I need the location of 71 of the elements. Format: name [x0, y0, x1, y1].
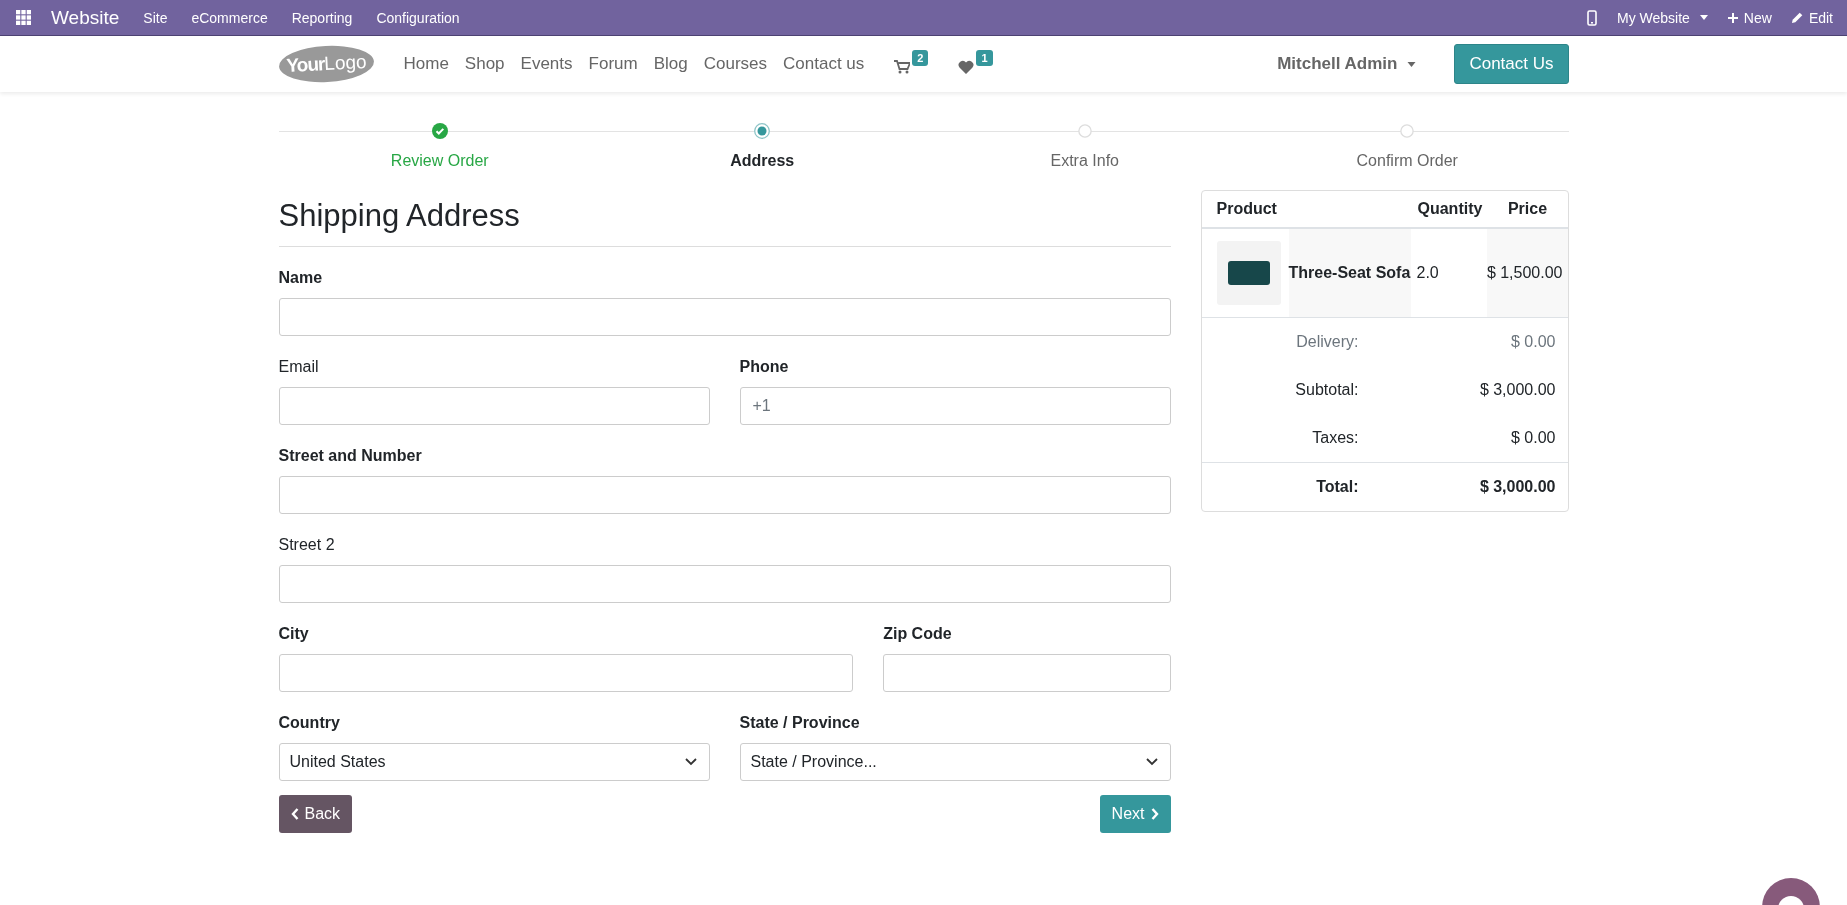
- select-field[interactable]: State / Province...: [739, 743, 1171, 781]
- pencil-icon: [1791, 12, 1803, 23]
- field-label: Phone: [739, 358, 790, 376]
- cart-count: 2: [912, 50, 929, 66]
- chevron-down-icon: [684, 758, 697, 766]
- input-field[interactable]: [278, 565, 1171, 603]
- input-field[interactable]: [883, 654, 1171, 692]
- new-button[interactable]: New: [1727, 9, 1772, 26]
- step-label: Review Order: [390, 152, 489, 170]
- input-field[interactable]: [278, 654, 854, 692]
- field-label: Zip Code: [883, 625, 953, 643]
- price-cell: $ 1,500.00: [1486, 229, 1568, 317]
- total-value: $ 0.00: [1510, 429, 1557, 447]
- field-label: Name: [278, 269, 324, 287]
- menu-item[interactable]: eCommerce: [191, 9, 268, 26]
- total-label: Subtotal:: [1294, 381, 1359, 399]
- back-button[interactable]: Back: [278, 795, 353, 833]
- field-label: City: [278, 625, 310, 643]
- total-value: $ 0.00: [1510, 333, 1557, 351]
- column-header: Price: [1506, 200, 1549, 218]
- select-field[interactable]: United States: [278, 743, 710, 781]
- step-label: Extra Info: [1050, 152, 1119, 170]
- nav-link[interactable]: Contact us: [783, 54, 865, 74]
- app-title[interactable]: Website: [51, 6, 120, 29]
- menu-item[interactable]: Configuration: [376, 9, 460, 26]
- quantity-cell-text: 2.0: [1415, 263, 1440, 283]
- apps-grid-icon[interactable]: [16, 10, 31, 25]
- step-label: Address: [730, 152, 795, 170]
- caret-icon: [1407, 61, 1417, 67]
- chevron-down-icon: [1145, 758, 1158, 766]
- mobile-preview-icon[interactable]: [1587, 9, 1597, 26]
- input-field[interactable]: +1: [739, 387, 1171, 425]
- edit-button[interactable]: Edit: [1791, 9, 1833, 26]
- form-title: Shipping Address: [278, 198, 1171, 247]
- column-header: Quantity: [1417, 200, 1484, 218]
- wishlist-count: 1: [976, 50, 993, 66]
- input-field[interactable]: [278, 298, 1171, 336]
- total-label: Taxes:: [1311, 429, 1359, 447]
- total-label: Delivery:: [1295, 333, 1359, 351]
- nav-link[interactable]: Forum: [588, 54, 638, 74]
- nav-link[interactable]: Home: [403, 54, 449, 74]
- total-value: $ 3,000.00: [1478, 381, 1557, 399]
- total-label: Total:: [1315, 478, 1359, 496]
- contact-us-button[interactable]: Contact Us: [1454, 44, 1569, 84]
- chevron-right-icon: [1150, 808, 1159, 820]
- product-photo-placeholder: [1216, 241, 1281, 305]
- plus-icon: [1727, 12, 1738, 23]
- product-name: Three-Seat Sofa: [1288, 229, 1411, 317]
- column-header: Product: [1215, 200, 1278, 218]
- menu-item[interactable]: Site: [143, 9, 168, 26]
- heart-icon[interactable]: [958, 60, 975, 74]
- field-label: Street 2: [278, 536, 336, 554]
- total-value: $ 3,000.00: [1478, 478, 1557, 496]
- nav-link[interactable]: Blog: [653, 54, 688, 74]
- caret-icon: [1699, 15, 1708, 20]
- field-label: Email: [278, 358, 320, 376]
- field-label: Country: [278, 714, 341, 732]
- input-field[interactable]: [278, 387, 710, 425]
- nav-link[interactable]: Shop: [464, 54, 505, 74]
- field-label: State / Province: [739, 714, 861, 732]
- website-dropdown[interactable]: My Website: [1617, 9, 1708, 26]
- cart-icon[interactable]: [894, 60, 911, 74]
- step-label: Confirm Order: [1356, 152, 1458, 170]
- chevron-left-icon: [290, 808, 299, 820]
- input-field[interactable]: [278, 476, 1171, 514]
- nav-link[interactable]: Events: [520, 54, 573, 74]
- field-label: Street and Number: [278, 447, 423, 465]
- next-button[interactable]: Next: [1099, 795, 1171, 833]
- menu-item[interactable]: Reporting: [291, 9, 353, 26]
- user-menu[interactable]: Mitchell Admin: [1271, 53, 1423, 75]
- nav-link[interactable]: Courses: [703, 54, 767, 74]
